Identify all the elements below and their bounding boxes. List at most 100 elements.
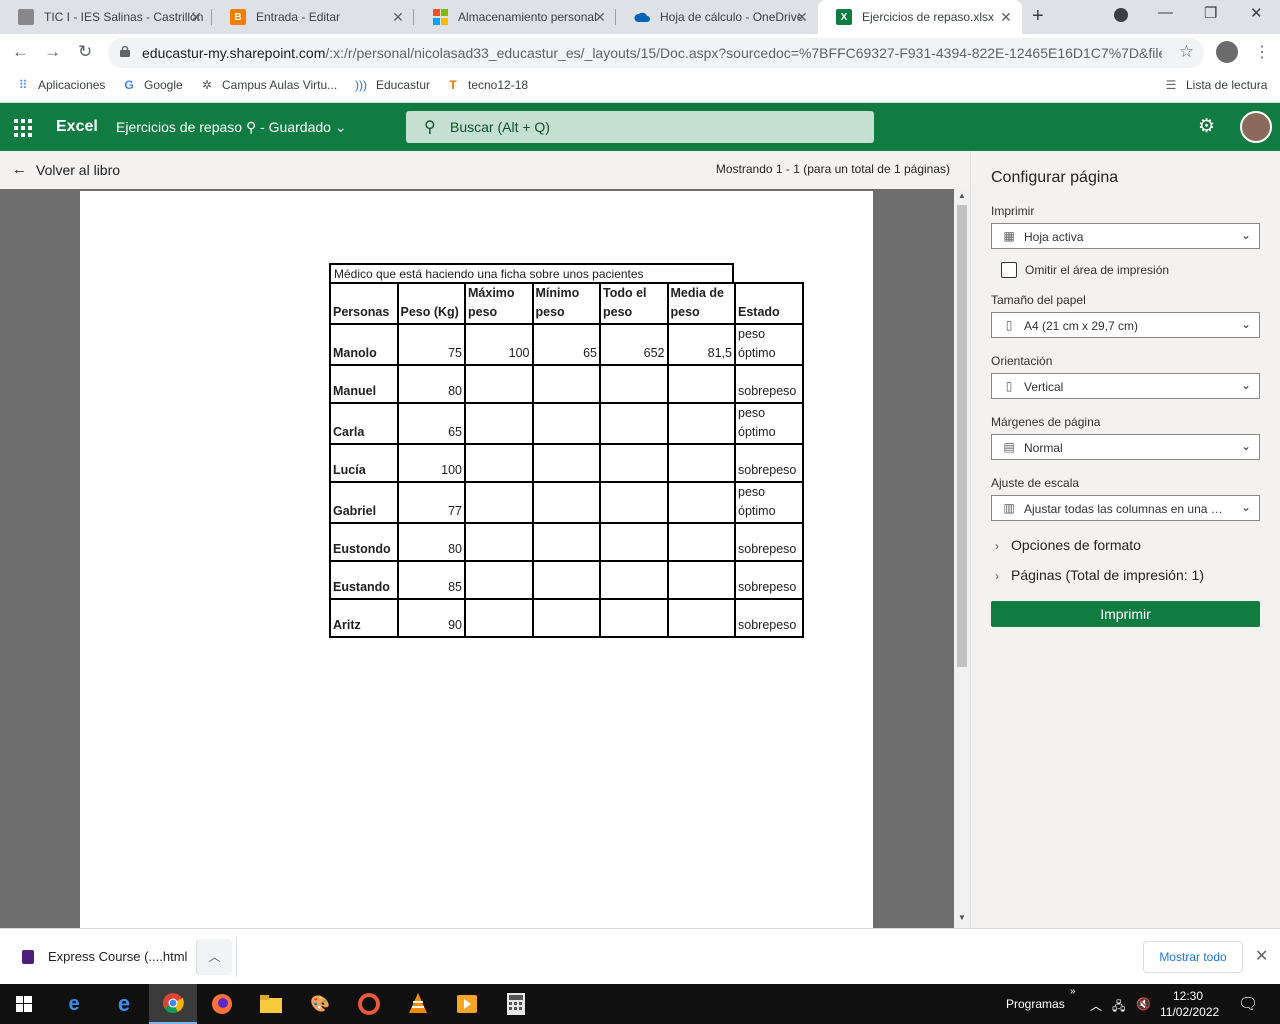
media-player-icon[interactable] xyxy=(455,992,479,1016)
vertical-scrollbar[interactable]: ▲ ▼ xyxy=(954,189,970,928)
firefox-icon[interactable] xyxy=(210,992,234,1016)
cell-minimo xyxy=(531,364,601,404)
internet-explorer-icon[interactable]: e xyxy=(112,991,136,1016)
browser-tab[interactable]: Hoja de cálculo - OneDrive ✕ xyxy=(616,0,818,34)
scroll-down-icon[interactable]: ▼ xyxy=(958,913,966,922)
margins-dropdown[interactable]: ▤ Normal ⌄ xyxy=(991,434,1260,460)
chevron-right-icon: › xyxy=(995,569,999,583)
search-icon: ⚲ xyxy=(424,119,436,136)
restore-icon[interactable]: ❐ xyxy=(1204,4,1217,22)
download-file-name[interactable]: Express Course (....html xyxy=(48,949,187,964)
estado-text: sobrepeso xyxy=(738,384,797,398)
print-button[interactable]: Imprimir xyxy=(991,601,1260,627)
system-clock[interactable]: 12:30 11/02/2022 xyxy=(1160,988,1219,1020)
search-box[interactable]: ⚲ Buscar (Alt + Q) xyxy=(406,111,874,143)
browser-tab-active[interactable]: X Ejercicios de repaso.xlsx ✕ xyxy=(818,0,1022,34)
window-close-icon[interactable]: ✕ xyxy=(1250,4,1263,22)
cell-media xyxy=(666,364,736,404)
app-icon[interactable] xyxy=(357,992,381,1016)
app-name[interactable]: Excel xyxy=(56,118,98,136)
cell-media xyxy=(666,443,736,483)
tab-search-icon[interactable] xyxy=(1114,8,1128,22)
page-count-status: Mostrando 1 - 1 (para un total de 1 pági… xyxy=(715,162,950,176)
back-to-workbook-link[interactable]: Volver al libro xyxy=(36,162,120,178)
close-icon[interactable]: ✕ xyxy=(1255,946,1268,966)
app-launcher-icon[interactable] xyxy=(14,119,32,137)
close-icon[interactable]: ✕ xyxy=(188,9,204,26)
show-all-button[interactable]: Mostrar todo xyxy=(1143,941,1243,973)
settings-gear-icon[interactable]: ⚙ xyxy=(1198,115,1215,138)
user-avatar[interactable] xyxy=(1240,111,1272,143)
close-icon[interactable]: ✕ xyxy=(592,9,608,26)
bookmark-item[interactable]: Ttecno12-18 xyxy=(446,78,528,92)
chevron-right-icon[interactable]: » xyxy=(1070,986,1076,997)
vlc-icon[interactable] xyxy=(406,992,430,1016)
bookmark-item[interactable]: ✲ Campus Aulas Virtu... xyxy=(200,78,337,92)
search-placeholder: Buscar (Alt + Q) xyxy=(450,119,550,135)
bookmark-item[interactable]: ⠿ Aplicaciones xyxy=(16,78,106,92)
cell-todo xyxy=(599,402,669,445)
browser-tab[interactable]: TIC I - IES Salinas - Castrillón ✕ xyxy=(0,0,212,34)
print-scope-dropdown[interactable]: ▦ Hoja activa ⌄ xyxy=(991,223,1260,249)
scaling-dropdown[interactable]: ▥ Ajustar todas las columnas en una pá..… xyxy=(991,495,1260,521)
reading-list[interactable]: ☰ Lista de lectura xyxy=(1164,78,1268,92)
chevron-down-icon: ⌄ xyxy=(1240,500,1251,514)
header-text: peso xyxy=(468,305,498,319)
cell-maximo xyxy=(464,364,534,404)
edge-icon[interactable]: e xyxy=(62,992,86,1016)
url-domain: educastur-my.sharepoint.com xyxy=(142,45,326,61)
bookmark-item[interactable]: ))) Educastur xyxy=(354,78,430,92)
page-icon: ▯ xyxy=(1005,318,1013,332)
cell-peso: 90 xyxy=(396,598,466,638)
browser-tab[interactable]: Almacenamiento personal ✕ xyxy=(414,0,616,34)
cell-estado: sobrepeso xyxy=(734,598,804,638)
forward-arrow-icon[interactable]: → xyxy=(44,42,61,62)
preview-page: Médico que está haciendo una ficha sobre… xyxy=(80,191,873,928)
paint-icon[interactable]: 🎨 xyxy=(308,992,332,1016)
estado-text: sobrepeso xyxy=(738,542,797,556)
bookmark-item[interactable]: G Google xyxy=(122,78,182,92)
browser-tab-strip: TIC I - IES Salinas - Castrillón ✕ B Ent… xyxy=(0,0,1280,34)
browser-tab[interactable]: B Entrada - Editar ✕ xyxy=(212,0,414,34)
reload-icon[interactable]: ↻ xyxy=(78,42,92,62)
programs-toolbar[interactable]: Programas xyxy=(1006,997,1065,1011)
bookmark-star-icon[interactable]: ☆ xyxy=(1179,42,1194,62)
format-options-expander[interactable]: › Opciones de formato xyxy=(995,537,1141,553)
address-bar[interactable]: educastur-my.sharepoint.com/:x:/r/person… xyxy=(108,38,1204,68)
chevron-up-icon[interactable]: ︿ xyxy=(1090,997,1102,1014)
more-menu-icon[interactable]: ⋮ xyxy=(1254,42,1270,62)
close-icon[interactable]: ✕ xyxy=(390,9,406,26)
downloads-bar: Express Course (....html ︿ Mostrar todo … xyxy=(0,928,1280,984)
document-title[interactable]: Ejercicios de repaso ⚲ - Guardado ⌄ xyxy=(116,119,347,136)
minimize-icon[interactable]: — xyxy=(1158,4,1173,21)
calculator-icon[interactable] xyxy=(504,992,528,1016)
close-icon[interactable]: ✕ xyxy=(794,9,810,26)
back-arrow-icon[interactable]: ← xyxy=(12,161,27,178)
scroll-up-icon[interactable]: ▲ xyxy=(958,191,966,200)
cell-maximo xyxy=(464,560,534,600)
back-arrow-icon[interactable]: ← xyxy=(12,42,29,62)
close-icon[interactable]: ✕ xyxy=(998,9,1014,26)
pages-expander[interactable]: › Páginas (Total de impresión: 1) xyxy=(995,567,1204,583)
browser-toolbar: ← → ↻ educastur-my.sharepoint.com/:x:/r/… xyxy=(0,34,1280,72)
header-text: Media de xyxy=(670,286,725,300)
notifications-icon[interactable]: 🗨 xyxy=(1238,994,1258,1014)
scroll-thumb[interactable] xyxy=(957,205,967,667)
chevron-up-icon[interactable]: ︿ xyxy=(196,939,232,975)
new-tab-icon[interactable]: + xyxy=(1032,5,1044,28)
paper-size-dropdown[interactable]: ▯ A4 (21 cm x 29,7 cm) ⌄ xyxy=(991,312,1260,338)
windows-start-icon[interactable] xyxy=(12,992,36,1016)
chrome-icon[interactable] xyxy=(149,984,197,1024)
profile-avatar[interactable] xyxy=(1216,41,1238,63)
excel-header: Excel Ejercicios de repaso ⚲ - Guardado … xyxy=(0,103,1280,151)
orientation-dropdown[interactable]: ▯ Vertical ⌄ xyxy=(991,373,1260,399)
omit-print-area-checkbox[interactable] xyxy=(1001,262,1017,278)
estado-text: óptimo xyxy=(738,346,776,360)
cell-estado: sobrepeso xyxy=(734,522,804,562)
network-icon[interactable]: 🖧 xyxy=(1112,997,1125,1018)
file-explorer-icon[interactable] xyxy=(259,992,283,1016)
bookmark-label: Campus Aulas Virtu... xyxy=(222,78,338,92)
column-header: Personas xyxy=(329,282,399,325)
volume-muted-icon[interactable]: 🔇 xyxy=(1136,997,1151,1011)
campus-icon: ✲ xyxy=(201,78,213,92)
